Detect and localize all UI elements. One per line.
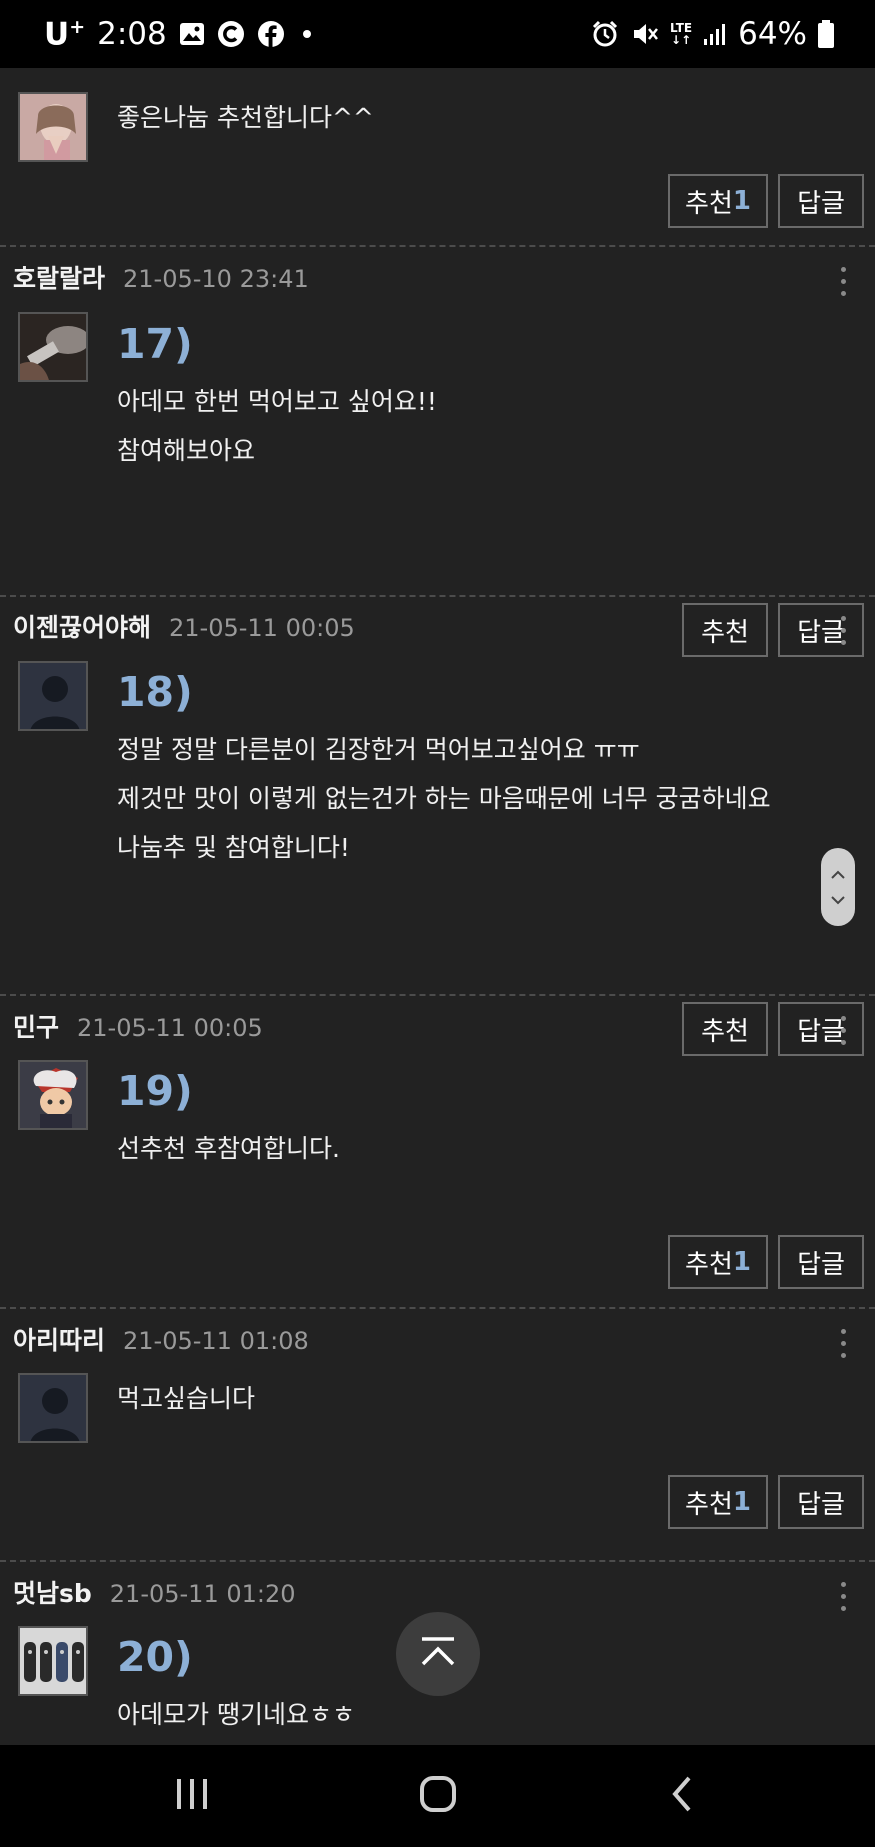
comment-text: 참여해보아요	[117, 436, 256, 465]
divider	[0, 994, 875, 996]
avatar	[18, 312, 88, 382]
comment-author[interactable]: 민구	[13, 1008, 59, 1044]
chevron-up-icon[interactable]	[830, 865, 846, 884]
comment-date: 21-05-11 01:20	[109, 1580, 296, 1608]
reply-button[interactable]: 답글	[778, 1475, 864, 1529]
divider	[0, 1307, 875, 1309]
scroll-top-icon	[418, 1636, 458, 1672]
avatar	[18, 661, 88, 731]
divider	[0, 595, 875, 597]
comment-entry-number: 18)	[117, 668, 193, 716]
status-bar: U+ 2:08 LTE ↓↑ 64%	[0, 0, 875, 68]
more-options-icon[interactable]	[841, 1016, 847, 1045]
comment-date: 21-05-10 23:41	[123, 265, 309, 293]
more-options-icon[interactable]	[841, 1582, 847, 1611]
back-button[interactable]	[640, 1745, 724, 1847]
reply-button[interactable]: 답글	[778, 1235, 864, 1289]
comment-author[interactable]: 호랄랄라	[13, 259, 105, 295]
home-button[interactable]	[396, 1745, 480, 1847]
more-options-icon[interactable]	[841, 616, 847, 645]
alarm-icon	[590, 19, 620, 49]
scroll-handle[interactable]	[821, 848, 855, 926]
home-icon	[418, 1774, 458, 1818]
comment-text: 좋은나눔 추천합니다^^	[117, 103, 374, 132]
recents-icon	[172, 1776, 212, 1816]
comment-author[interactable]: 멋남sb	[13, 1574, 92, 1610]
scroll-top-button[interactable]	[396, 1612, 480, 1696]
c-app-icon	[217, 20, 245, 48]
dot-icon	[297, 24, 317, 44]
comment-list: 좋은나눔 추천합니다^^ 추천 1 답글 호랄랄라 21-05-10 23:41 …	[0, 68, 875, 1745]
reply-button[interactable]: 답글	[778, 603, 864, 657]
more-options-icon[interactable]	[841, 1329, 847, 1358]
recommend-button[interactable]: 추천	[682, 603, 768, 657]
comment-text: 아데모가 땡기네요ㅎㅎ	[117, 1700, 355, 1729]
recents-button[interactable]	[150, 1745, 234, 1847]
avatar	[18, 1060, 88, 1130]
chevron-down-icon[interactable]	[830, 890, 846, 909]
comment-date: 21-05-11 01:08	[123, 1327, 309, 1355]
clock: 2:08	[97, 16, 167, 52]
comment-text: 나눔추 및 참여합니다!	[117, 833, 350, 862]
comment-author[interactable]: 이젠끊어야해	[13, 608, 151, 644]
comment-text: 먹고싶습니다	[117, 1384, 256, 1413]
reply-button[interactable]: 답글	[778, 174, 864, 228]
more-options-icon[interactable]	[841, 267, 847, 296]
comment-author[interactable]: 아리따리	[13, 1321, 105, 1357]
mute-icon	[630, 19, 660, 49]
carrier-label: U+	[44, 15, 86, 53]
comment-date: 21-05-11 00:05	[169, 614, 355, 642]
recommend-button[interactable]: 추천	[682, 1002, 768, 1056]
reply-button[interactable]: 답글	[778, 1002, 864, 1056]
battery-level: 64%	[738, 16, 807, 52]
recommend-button[interactable]: 추천 1	[668, 1235, 768, 1289]
avatar	[18, 92, 88, 162]
comment-text: 정말 정말 다른분이 김장한거 먹어보고싶어요 ㅠㅠ	[117, 735, 640, 764]
recommend-button[interactable]: 추천 1	[668, 1475, 768, 1529]
recommend-button[interactable]: 추천 1	[668, 174, 768, 228]
comment-text: 제것만 맛이 이렇게 없는건가 하는 마음때문에 너무 궁굼하네요	[117, 784, 771, 813]
comment-date: 21-05-11 00:05	[77, 1014, 263, 1042]
divider	[0, 1560, 875, 1562]
avatar	[18, 1626, 88, 1696]
comment-entry-number: 19)	[117, 1067, 193, 1115]
network-type: LTE ↓↑	[670, 21, 693, 47]
divider	[0, 245, 875, 247]
avatar	[18, 1373, 88, 1443]
gallery-icon	[179, 22, 205, 46]
battery-icon	[817, 19, 835, 49]
comment-text: 선추천 후참여합니다.	[117, 1134, 340, 1163]
back-icon	[667, 1774, 697, 1818]
facebook-icon	[257, 20, 285, 48]
navigation-bar	[0, 1745, 875, 1847]
comment-text: 아데모 한번 먹어보고 싶어요!!	[117, 387, 437, 416]
comment-entry-number: 17)	[117, 320, 193, 368]
signal-icon	[702, 21, 728, 47]
comment-entry-number: 20)	[117, 1633, 193, 1681]
